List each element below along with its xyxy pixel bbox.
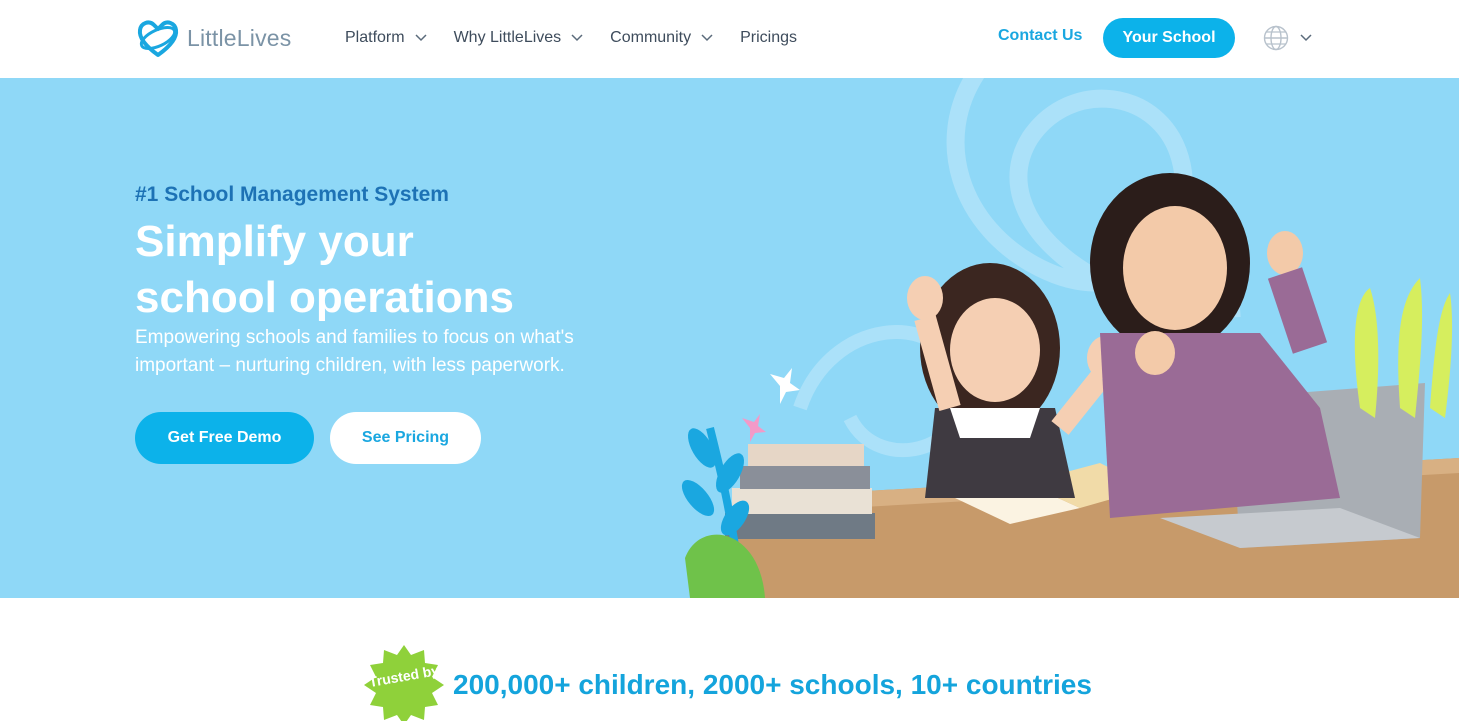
- woman-face: [1123, 206, 1227, 330]
- menu-item-community[interactable]: Community: [610, 27, 713, 49]
- menu-item-label: Platform: [345, 29, 405, 46]
- menu-item-label: Why LittleLives: [453, 29, 562, 46]
- contact-us-link[interactable]: Contact Us: [998, 27, 1082, 45]
- trusted-by-badge: Trusted by: [364, 645, 444, 721]
- book: [740, 466, 870, 489]
- hero-subtext: Empowering schools and families to focus…: [135, 327, 574, 376]
- girl-face: [950, 298, 1040, 402]
- hero-headline-line-2: school operations: [135, 273, 514, 322]
- book: [732, 488, 872, 514]
- book: [725, 513, 875, 539]
- menu-item-pricings[interactable]: Pricings: [740, 27, 797, 49]
- language-selector[interactable]: [1263, 25, 1312, 51]
- pink-butterfly: [742, 414, 766, 442]
- trust-stats: 200,000+ children, 2000+ schools, 10+ co…: [453, 669, 1092, 700]
- trust-bar: Trusted by 200,000+ children, 2000+ scho…: [364, 645, 1092, 721]
- menu-item-why-littlelives[interactable]: Why LittleLives: [454, 27, 584, 49]
- hero-section: #1 School Management System Simplify you…: [0, 78, 1459, 598]
- main-menu: Platform Why LittleLives Community Prici…: [345, 27, 824, 49]
- book: [748, 444, 864, 466]
- hero-tagline: #1 School Management System: [135, 183, 449, 206]
- chevron-down-icon: [701, 34, 713, 42]
- your-school-button[interactable]: Your School: [1103, 18, 1235, 58]
- hero-headline: Simplify your school operations: [135, 214, 655, 326]
- top-navigation: LittleLives Platform Why LittleLives Com…: [0, 0, 1459, 78]
- chevron-down-icon: [571, 34, 583, 42]
- menu-item-label: Pricings: [740, 29, 797, 46]
- logo-heart-icon: [137, 20, 179, 57]
- get-free-demo-button[interactable]: Get Free Demo: [135, 412, 314, 464]
- see-pricing-button[interactable]: See Pricing: [330, 412, 481, 464]
- chevron-down-icon: [415, 34, 427, 42]
- menu-item-label: Community: [610, 29, 692, 46]
- hero-illustration: [681, 78, 1459, 598]
- woman-body: [1100, 333, 1340, 518]
- white-butterfly: [770, 368, 800, 404]
- globe-icon: [1263, 25, 1289, 51]
- menu-item-platform[interactable]: Platform: [345, 27, 427, 49]
- littlelives-logo[interactable]: LittleLives: [136, 17, 291, 59]
- chevron-down-icon: [1300, 34, 1312, 42]
- logo-text: LittleLives: [187, 24, 292, 51]
- hero-headline-line-1: Simplify your: [135, 217, 414, 266]
